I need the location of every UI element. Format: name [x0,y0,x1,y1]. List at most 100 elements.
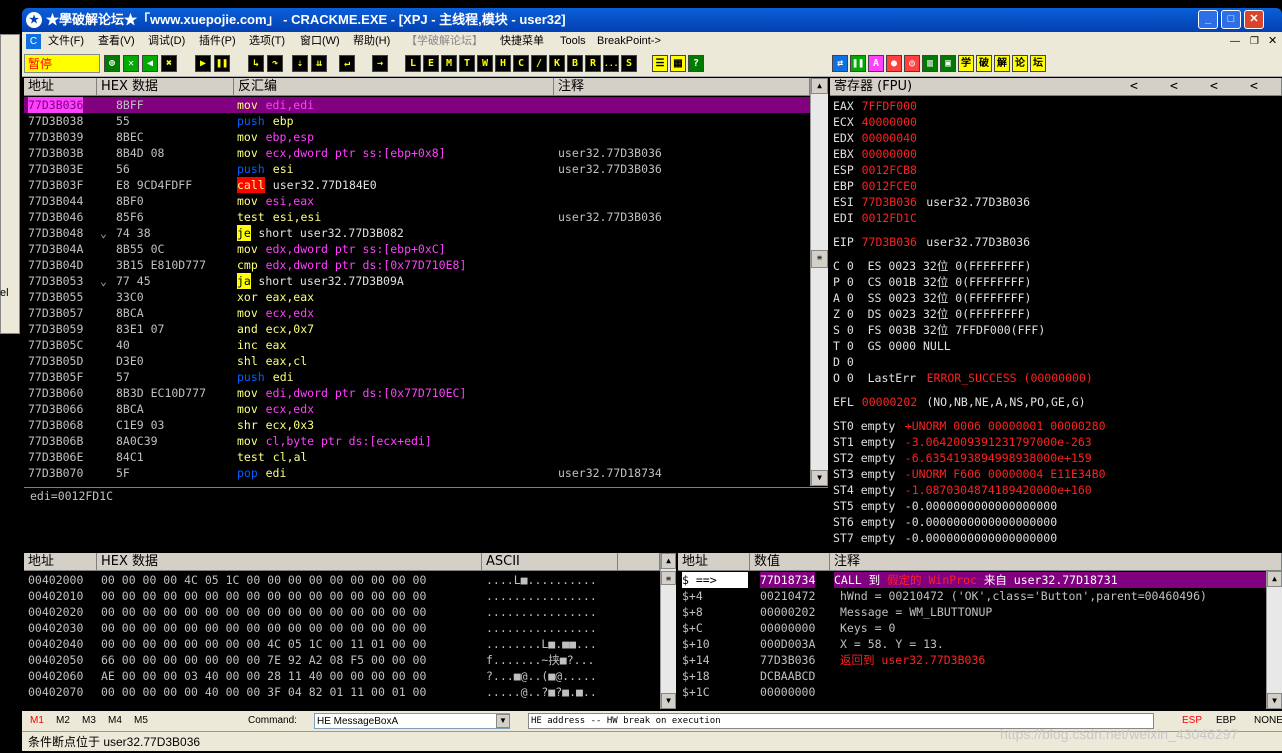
reg-arrow-4[interactable]: < [1250,79,1258,94]
stack-scrollbar[interactable]: ▲ ▼ [1266,571,1282,709]
restart-icon[interactable]: ✕ [123,55,139,72]
window-l-button[interactable]: L [405,55,421,72]
disasm-row[interactable]: 77D3B059 83E1 07 and ecx,0x7 [24,321,810,337]
disasm-row[interactable]: 77D3B070 5F pop edi user32.77D18734 [24,465,810,481]
menu-window[interactable]: 窗口(W) [300,32,340,51]
scroll-up-icon[interactable]: ▲ [661,553,676,569]
disasm-row[interactable]: 77D3B03B 8B4D 08 mov ecx,dword ptr ss:[ebp+… [24,145,810,161]
reg-value[interactable]: 00000040 [862,130,917,146]
fpu-row[interactable]: ST5 empty -0.0000000000000000000 [830,498,1282,514]
register-row[interactable]: ESI 77D3B036 user32.77D3B036 [830,194,1282,210]
flag-row[interactable]: T 0 GS 0000 NULL [830,338,1282,354]
reg-value[interactable]: 0012FD1C [862,210,917,226]
window-m-button[interactable]: M [441,55,457,72]
window-k-button[interactable]: K [549,55,565,72]
plugin-a-icon[interactable]: A [868,55,884,72]
command-dropdown-icon[interactable]: ▼ [496,714,510,728]
menu-debug[interactable]: 调试(D) [148,32,185,51]
disasm-row[interactable]: 77D3B036 8BFF mov edi,edi [24,97,810,113]
mark-m1[interactable]: M1 [30,711,44,731]
dump-row[interactable]: 00402050 66 00 00 00 00 00 00 00 7E 92 A2… [24,652,660,668]
reg-arrow-2[interactable]: < [1170,79,1178,94]
window-b-button[interactable]: B [567,55,583,72]
flag-row[interactable]: A 0 SS 0023 32位 0(FFFFFFFF) [830,290,1282,306]
disasm-row[interactable]: 77D3B03F E8 9CD4FDFF call user32.77D184E0 [24,177,810,193]
register-row[interactable]: ECX 40000000 [830,114,1282,130]
trace-into-icon[interactable]: ⇣ [292,55,308,72]
menu-tools[interactable]: Tools [560,32,586,51]
register-row[interactable]: ESP 0012FCB8 [830,162,1282,178]
flag-row[interactable]: D 0 [830,354,1282,370]
close-button[interactable]: ✕ [1244,10,1264,29]
window-t-button[interactable]: T [459,55,475,72]
disasm-row[interactable]: 77D3B06E 84C1 test cl,al [24,449,810,465]
stack-row[interactable]: $+14 77D3B036 返回到 user32.77D3B036 [678,652,1266,668]
plugin-screen-icon[interactable]: ▣ [940,55,956,72]
window-e-button[interactable]: E [423,55,439,72]
command-input[interactable]: HE MessageBoxA [314,713,510,729]
reg-value[interactable]: 7FFDF000 [862,98,917,114]
efl-row[interactable]: EFL 00000202 (NO,NB,NE,A,NS,PO,GE,G) [830,394,1282,410]
refresh-icon[interactable]: ⇄ [832,55,848,72]
dump-row[interactable]: 00402030 00 00 00 00 00 00 00 00 00 00 00… [24,620,660,636]
menu-help[interactable]: 帮助(H) [353,32,390,51]
mark-m5[interactable]: M5 [134,711,148,731]
fpu-row[interactable]: ST3 empty -UNORM F606 00000004 E11E34B0 [830,466,1282,482]
stack-header-comment[interactable]: 注释 [830,553,1282,571]
disasm-row[interactable]: 77D3B03E 56 push esi user32.77D3B036 [24,161,810,177]
reg-value[interactable]: 77D3B036 [862,194,917,210]
mark-m3[interactable]: M3 [82,711,96,731]
reg-arrow-1[interactable]: < [1130,79,1138,94]
forum-xue-button[interactable]: 学 [958,55,974,72]
forum-jie-button[interactable]: 解 [994,55,1010,72]
menu-plugins[interactable]: 插件(P) [199,32,236,51]
scroll-up-icon[interactable]: ▲ [811,78,828,94]
disasm-row[interactable]: 77D3B039 8BEC mov ebp,esp [24,129,810,145]
fpu-row[interactable]: ST2 empty -6.6354193894998938000e+159 [830,450,1282,466]
scroll-down-icon[interactable]: ▼ [811,470,828,486]
menu-app-icon[interactable]: C [26,34,41,49]
disasm-row[interactable]: 77D3B038 55 push ebp [24,113,810,129]
menu-view[interactable]: 查看(V) [98,32,135,51]
stack-row[interactable]: $+1C 00000000 [678,684,1266,700]
mdi-close-icon[interactable]: ✕ [1268,32,1277,51]
stack-row[interactable]: $+10 000D003A X = 58. Y = 13. [678,636,1266,652]
register-row[interactable]: EDX 00000040 [830,130,1282,146]
forum-lun-button[interactable]: 论 [1012,55,1028,72]
forum-tan-button[interactable]: 坛 [1030,55,1046,72]
stack-header-value[interactable]: 数值 [750,553,830,571]
efl-value[interactable]: 00000202 [862,394,917,410]
window-dots-button[interactable]: ... [603,55,619,72]
run-icon[interactable]: ▶ [195,55,211,72]
disassembly-pane[interactable]: 地址 HEX 数据 反汇编 注释 77D3B036 8BFF mov edi,edi 7… [24,78,828,486]
scroll-thumb[interactable]: ≡ [811,250,828,268]
disasm-header-comment[interactable]: 注释 [554,78,810,96]
disasm-row[interactable]: 77D3B057 8BCA mov ecx,edx [24,305,810,321]
stack-row[interactable]: $ ==> 77D18734 CALL 到 假定的 WinProc 来自 user3… [678,572,1266,588]
scroll-down-icon[interactable]: ▼ [661,693,676,709]
reg-value[interactable]: 0012FCE0 [862,178,917,194]
stack-row[interactable]: $+18 DCBAABCD [678,668,1266,684]
register-row[interactable]: EDI 0012FD1C [830,210,1282,226]
disasm-row[interactable]: 77D3B06B 8A0C39 mov cl,byte ptr ds:[ecx+edi… [24,433,810,449]
fpu-row[interactable]: ST6 empty -0.0000000000000000000 [830,514,1282,530]
dump-row[interactable]: 00402040 00 00 00 00 00 00 00 00 4C 05 1C… [24,636,660,652]
rewind-icon[interactable]: ◀ [142,55,158,72]
fpu-row[interactable]: ST7 empty -0.0000000000000000000 [830,530,1282,546]
stack-row[interactable]: $+C 00000000 Keys = 0 [678,620,1266,636]
forum-po-button[interactable]: 破 [976,55,992,72]
register-pane[interactable]: 寄存器 (FPU) < < < < EAX 7FFDF000 ECX 40000000… [830,78,1282,549]
reg-value[interactable]: 0012FCB8 [862,162,917,178]
reg-none[interactable]: NONE [1254,711,1282,731]
reg-value[interactable]: 40000000 [862,114,917,130]
trace-over-icon[interactable]: ⇊ [311,55,327,72]
window-c-button[interactable]: C [513,55,529,72]
disasm-row[interactable]: 77D3B053 ⌄ 77 45 ja short user32.77D3B09A [24,273,810,289]
help-icon[interactable]: ? [688,55,704,72]
dump-row[interactable]: 00402060 AE 00 00 00 03 40 00 00 28 11 40… [24,668,660,684]
register-row[interactable]: EBP 0012FCE0 [830,178,1282,194]
reg-value[interactable]: 00000000 [862,146,917,162]
fpu-row[interactable]: ST1 empty -3.0642009391231797000e-263 [830,434,1282,450]
open-icon[interactable]: ⊕ [104,55,120,72]
disasm-header-hex[interactable]: HEX 数据 [97,78,234,96]
